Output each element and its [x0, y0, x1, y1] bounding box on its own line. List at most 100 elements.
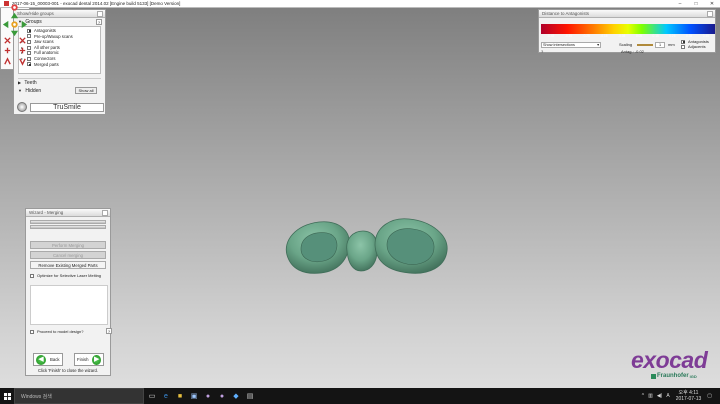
panel-close-icon[interactable] — [97, 11, 103, 17]
exocad-taskbar-icon[interactable]: ● — [202, 388, 214, 404]
edge-browser-icon[interactable]: e — [160, 388, 172, 404]
scale-tick-label: 0.15 — [652, 34, 659, 38]
group-visibility-checkbox[interactable] — [27, 28, 31, 33]
taskbar-search-box[interactable]: Windows 검색 — [14, 388, 144, 404]
system-tray: ^ ▥ ◀) A 오후 4:11 2017-07-13 ▢ — [642, 388, 712, 404]
scale-tick-label: 0.25 — [669, 34, 676, 38]
proceed-checkbox[interactable] — [30, 329, 34, 334]
wizard-close-icon[interactable] — [102, 210, 108, 216]
chevron-down-icon: ▾ — [597, 43, 599, 47]
group-visibility-checkbox[interactable] — [27, 45, 31, 50]
groups-panel-header: Show/Hide groups — [14, 10, 105, 18]
cancel-merging-button[interactable]: Cancel merging — [30, 251, 106, 259]
store-icon[interactable]: ▣ — [188, 388, 200, 404]
wizard-help-button[interactable]: ? — [106, 328, 112, 334]
exocad-app-icon — [4, 1, 9, 6]
back-button[interactable]: ◀ Back — [33, 353, 63, 366]
view-top-icon[interactable] — [10, 3, 19, 12]
view-bottom-icon[interactable] — [18, 46, 27, 55]
view-left-icon[interactable] — [3, 36, 12, 45]
optimize-slm-label: Optimize for Selective Laser Melting — [37, 273, 102, 278]
finish-label: Finish — [77, 357, 89, 362]
tray-arrow-icon[interactable]: ^ — [642, 393, 644, 399]
show-all-button[interactable]: Show all — [75, 87, 97, 94]
group-visibility-checkbox[interactable] — [27, 51, 31, 56]
fraunhofer-logo: Fraunhofer IGD — [651, 373, 697, 379]
taskbar-clock[interactable]: 오후 4:11 2017-07-13 — [676, 390, 702, 402]
notification-icon[interactable]: ▢ — [707, 393, 712, 399]
trusmile-button[interactable]: TruSmile — [30, 102, 104, 112]
scale-tick-label: 0.05 — [635, 34, 643, 38]
distance-controls: Show intersections ▾ Scaling 1 mm Antago… — [541, 39, 715, 54]
optimize-slm-checkbox[interactable] — [30, 273, 34, 278]
left-molar-crown — [285, 221, 350, 274]
group-visibility-checkbox[interactable] — [27, 56, 31, 61]
minimize-button[interactable]: – — [672, 0, 688, 8]
wizard-hint: Click 'Finish' to close the wizard. — [37, 368, 98, 373]
hidden-section-header[interactable]: ▼ Hidden Show all — [14, 87, 105, 95]
scaling-unit: mm — [668, 42, 675, 47]
clock-date: 2017-07-13 — [675, 396, 702, 402]
document-taskbar-icon[interactable]: ▤ — [244, 388, 256, 404]
wizard-header: Wizard - Merging — [26, 209, 110, 217]
windows-logo-icon — [3, 392, 11, 400]
finish-button[interactable]: Finish ▶ — [74, 353, 104, 366]
antag-distance-value: Antag.: -0.02 — [621, 49, 644, 54]
distance-color-scale — [541, 24, 715, 34]
window-title: 2017-06-15_00003-001 - exocad dental 201… — [12, 1, 181, 6]
maximize-button[interactable]: □ — [688, 0, 704, 8]
groups-panel-title: Show/Hide groups — [17, 11, 54, 16]
teeth-section-label: Teeth — [24, 80, 37, 86]
optimize-slm-option[interactable]: Optimize for Selective Laser Melting — [30, 273, 106, 278]
view-occlusal-icon[interactable] — [3, 57, 12, 66]
windows-taskbar: Windows 검색 ▭ e ■ ▣ ● ● ◆ ▤ ^ ▥ ◀) A 오후 4… — [0, 388, 720, 404]
merged-teeth-3d-model[interactable] — [281, 215, 451, 279]
close-button[interactable]: ✕ — [704, 0, 720, 8]
view-right-icon[interactable] — [18, 36, 27, 45]
distance-help[interactable]: ? — [541, 49, 543, 54]
remove-merged-parts-button[interactable]: Remove Existing Merged Parts — [30, 261, 106, 269]
groups-help-button[interactable]: ? — [96, 19, 102, 25]
volume-icon[interactable]: ◀) — [657, 393, 663, 399]
wizard-options-area — [30, 285, 108, 325]
adjacents-checkbox[interactable] — [681, 44, 685, 49]
antagonists-checkbox[interactable] — [681, 39, 685, 44]
app-taskbar-icon[interactable]: ◆ — [230, 388, 242, 404]
distance-panel-header: Distance to Antagonists — [539, 10, 715, 18]
fraunhofer-square-icon — [651, 373, 656, 379]
adjacents-toggle[interactable]: Adjacents — [681, 44, 706, 49]
scaling-slider[interactable] — [637, 43, 653, 46]
exocad-logo: exocad — [631, 347, 708, 373]
view-lingual-icon[interactable] — [18, 57, 27, 66]
finish-arrow-icon: ▶ — [92, 354, 101, 365]
file-explorer-icon[interactable]: ■ — [174, 388, 186, 404]
group-visibility-checkbox[interactable] — [27, 34, 31, 39]
group-visibility-checkbox[interactable] — [27, 62, 31, 67]
perform-merging-button[interactable]: Perform Merging — [30, 241, 106, 249]
group-visibility-checkbox[interactable] — [27, 39, 31, 44]
igd-label: IGD — [689, 373, 697, 379]
rotate-right-icon[interactable] — [19, 20, 28, 29]
back-label: Back — [50, 357, 60, 362]
view-back-icon[interactable] — [3, 46, 12, 55]
pontic-tooth — [346, 230, 378, 272]
wizard-merging-panel: Wizard - Merging Perform Merging Cancel … — [25, 208, 114, 376]
scaling-input[interactable]: 1 — [655, 41, 665, 48]
groups-tree: AntagonistsPre-op/Waxup scans▸Jaw scans▸… — [18, 26, 101, 74]
network-icon[interactable]: ▥ — [648, 393, 653, 399]
right-molar-crown — [374, 218, 448, 274]
task-view-icon[interactable]: ▭ — [146, 388, 158, 404]
proceed-option[interactable]: Proceed to model design? ? — [30, 328, 114, 334]
distance-panel-close-icon[interactable] — [707, 11, 713, 17]
ime-indicator[interactable]: A — [666, 393, 669, 399]
scaling-label: Scaling — [619, 42, 633, 47]
group-row[interactable]: Merged parts — [21, 62, 98, 68]
scale-tick-label: -0.25 — [582, 34, 590, 38]
show-intersections-select[interactable]: Show intersections ▾ — [541, 42, 601, 48]
hidden-section-label: Hidden — [25, 88, 42, 94]
window-controls: – □ ✕ — [672, 0, 720, 8]
teeth-section-header[interactable]: ▶ Teeth — [14, 79, 105, 87]
start-button[interactable] — [0, 388, 14, 404]
collapse-arrow-icon: ▼ — [18, 88, 22, 93]
exocad-taskbar-icon-2[interactable]: ● — [216, 388, 228, 404]
